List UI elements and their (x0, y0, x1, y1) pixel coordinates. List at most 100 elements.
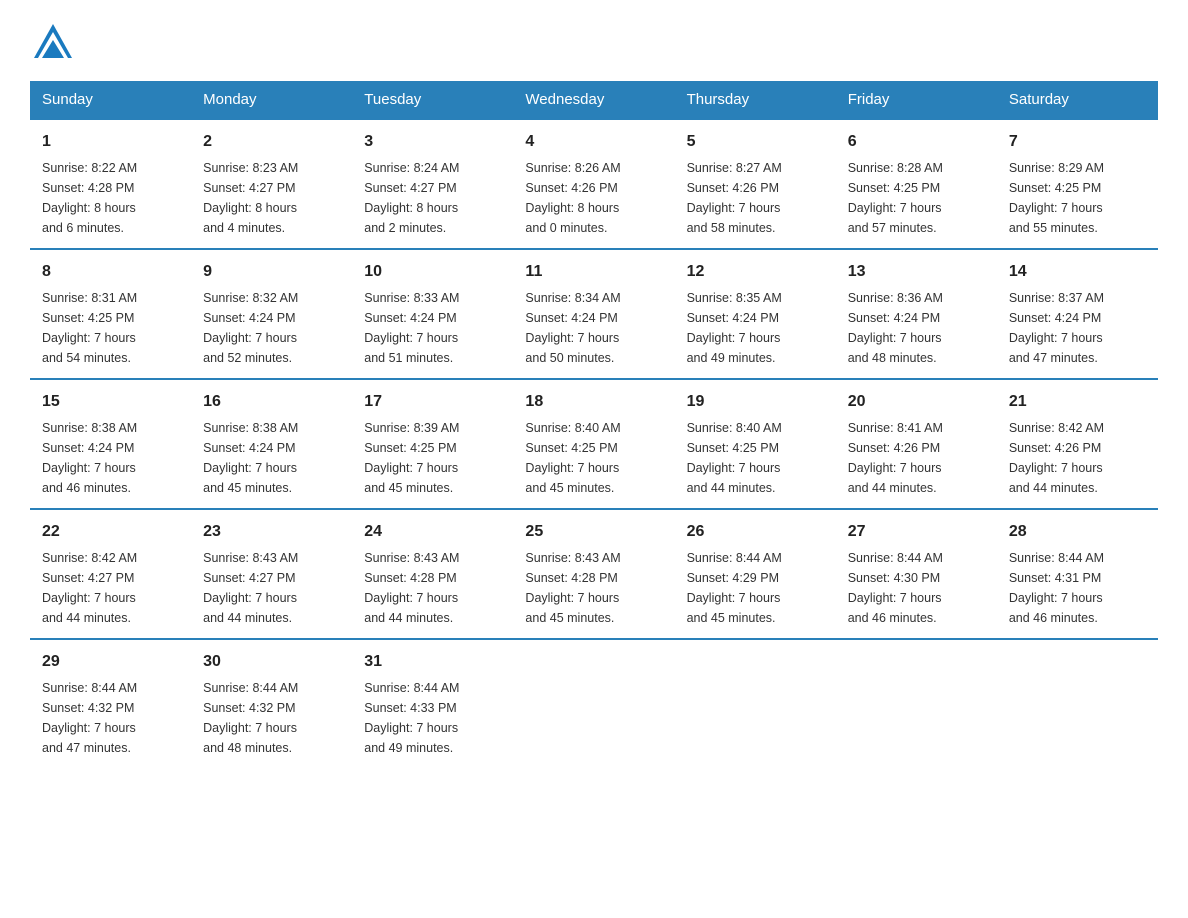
day-number: 1 (42, 130, 179, 154)
day-number: 5 (687, 130, 824, 154)
day-number: 11 (525, 260, 662, 284)
day-cell: 25 Sunrise: 8:43 AMSunset: 4:28 PMDaylig… (513, 509, 674, 639)
col-wednesday: Wednesday (513, 81, 674, 119)
day-number: 27 (848, 520, 985, 544)
day-cell: 26 Sunrise: 8:44 AMSunset: 4:29 PMDaylig… (675, 509, 836, 639)
day-info: Sunrise: 8:37 AMSunset: 4:24 PMDaylight:… (1009, 288, 1146, 368)
day-cell: 27 Sunrise: 8:44 AMSunset: 4:30 PMDaylig… (836, 509, 997, 639)
calendar-table: Sunday Monday Tuesday Wednesday Thursday… (30, 81, 1158, 768)
day-number: 22 (42, 520, 179, 544)
week-row-4: 22 Sunrise: 8:42 AMSunset: 4:27 PMDaylig… (30, 509, 1158, 639)
day-number: 26 (687, 520, 824, 544)
logo-icon (30, 20, 76, 71)
day-info: Sunrise: 8:44 AMSunset: 4:29 PMDaylight:… (687, 548, 824, 628)
day-info: Sunrise: 8:43 AMSunset: 4:28 PMDaylight:… (525, 548, 662, 628)
day-cell: 2 Sunrise: 8:23 AMSunset: 4:27 PMDayligh… (191, 119, 352, 249)
day-number: 29 (42, 650, 179, 674)
day-number: 6 (848, 130, 985, 154)
day-number: 23 (203, 520, 340, 544)
day-info: Sunrise: 8:43 AMSunset: 4:27 PMDaylight:… (203, 548, 340, 628)
day-info: Sunrise: 8:44 AMSunset: 4:31 PMDaylight:… (1009, 548, 1146, 628)
day-number: 17 (364, 390, 501, 414)
day-info: Sunrise: 8:23 AMSunset: 4:27 PMDaylight:… (203, 158, 340, 238)
day-cell: 1 Sunrise: 8:22 AMSunset: 4:28 PMDayligh… (30, 119, 191, 249)
day-cell: 7 Sunrise: 8:29 AMSunset: 4:25 PMDayligh… (997, 119, 1158, 249)
day-info: Sunrise: 8:42 AMSunset: 4:27 PMDaylight:… (42, 548, 179, 628)
day-cell: 30 Sunrise: 8:44 AMSunset: 4:32 PMDaylig… (191, 639, 352, 768)
day-info: Sunrise: 8:22 AMSunset: 4:28 PMDaylight:… (42, 158, 179, 238)
day-number: 20 (848, 390, 985, 414)
day-info: Sunrise: 8:40 AMSunset: 4:25 PMDaylight:… (687, 418, 824, 498)
day-info: Sunrise: 8:33 AMSunset: 4:24 PMDaylight:… (364, 288, 501, 368)
day-cell: 3 Sunrise: 8:24 AMSunset: 4:27 PMDayligh… (352, 119, 513, 249)
day-cell: 12 Sunrise: 8:35 AMSunset: 4:24 PMDaylig… (675, 249, 836, 379)
day-number: 18 (525, 390, 662, 414)
day-cell: 13 Sunrise: 8:36 AMSunset: 4:24 PMDaylig… (836, 249, 997, 379)
day-number: 21 (1009, 390, 1146, 414)
header-row: Sunday Monday Tuesday Wednesday Thursday… (30, 81, 1158, 119)
day-cell (836, 639, 997, 768)
day-number: 3 (364, 130, 501, 154)
day-cell: 20 Sunrise: 8:41 AMSunset: 4:26 PMDaylig… (836, 379, 997, 509)
day-cell: 4 Sunrise: 8:26 AMSunset: 4:26 PMDayligh… (513, 119, 674, 249)
day-cell (513, 639, 674, 768)
day-info: Sunrise: 8:27 AMSunset: 4:26 PMDaylight:… (687, 158, 824, 238)
col-monday: Monday (191, 81, 352, 119)
week-row-5: 29 Sunrise: 8:44 AMSunset: 4:32 PMDaylig… (30, 639, 1158, 768)
day-cell: 16 Sunrise: 8:38 AMSunset: 4:24 PMDaylig… (191, 379, 352, 509)
logo (30, 20, 82, 71)
day-info: Sunrise: 8:26 AMSunset: 4:26 PMDaylight:… (525, 158, 662, 238)
day-number: 31 (364, 650, 501, 674)
col-sunday: Sunday (30, 81, 191, 119)
day-number: 25 (525, 520, 662, 544)
day-cell: 6 Sunrise: 8:28 AMSunset: 4:25 PMDayligh… (836, 119, 997, 249)
day-cell: 24 Sunrise: 8:43 AMSunset: 4:28 PMDaylig… (352, 509, 513, 639)
day-cell: 9 Sunrise: 8:32 AMSunset: 4:24 PMDayligh… (191, 249, 352, 379)
day-cell: 31 Sunrise: 8:44 AMSunset: 4:33 PMDaylig… (352, 639, 513, 768)
day-info: Sunrise: 8:38 AMSunset: 4:24 PMDaylight:… (42, 418, 179, 498)
day-number: 19 (687, 390, 824, 414)
day-cell: 23 Sunrise: 8:43 AMSunset: 4:27 PMDaylig… (191, 509, 352, 639)
week-row-3: 15 Sunrise: 8:38 AMSunset: 4:24 PMDaylig… (30, 379, 1158, 509)
day-number: 16 (203, 390, 340, 414)
day-info: Sunrise: 8:24 AMSunset: 4:27 PMDaylight:… (364, 158, 501, 238)
day-info: Sunrise: 8:32 AMSunset: 4:24 PMDaylight:… (203, 288, 340, 368)
day-info: Sunrise: 8:36 AMSunset: 4:24 PMDaylight:… (848, 288, 985, 368)
day-number: 4 (525, 130, 662, 154)
day-cell: 22 Sunrise: 8:42 AMSunset: 4:27 PMDaylig… (30, 509, 191, 639)
day-info: Sunrise: 8:44 AMSunset: 4:32 PMDaylight:… (203, 678, 340, 758)
day-cell: 10 Sunrise: 8:33 AMSunset: 4:24 PMDaylig… (352, 249, 513, 379)
day-number: 13 (848, 260, 985, 284)
day-info: Sunrise: 8:35 AMSunset: 4:24 PMDaylight:… (687, 288, 824, 368)
day-number: 14 (1009, 260, 1146, 284)
day-info: Sunrise: 8:44 AMSunset: 4:30 PMDaylight:… (848, 548, 985, 628)
day-info: Sunrise: 8:31 AMSunset: 4:25 PMDaylight:… (42, 288, 179, 368)
day-cell: 29 Sunrise: 8:44 AMSunset: 4:32 PMDaylig… (30, 639, 191, 768)
col-saturday: Saturday (997, 81, 1158, 119)
day-cell: 15 Sunrise: 8:38 AMSunset: 4:24 PMDaylig… (30, 379, 191, 509)
day-number: 30 (203, 650, 340, 674)
day-number: 2 (203, 130, 340, 154)
day-cell: 21 Sunrise: 8:42 AMSunset: 4:26 PMDaylig… (997, 379, 1158, 509)
day-cell (675, 639, 836, 768)
day-info: Sunrise: 8:41 AMSunset: 4:26 PMDaylight:… (848, 418, 985, 498)
day-number: 9 (203, 260, 340, 284)
day-number: 12 (687, 260, 824, 284)
day-number: 8 (42, 260, 179, 284)
day-info: Sunrise: 8:34 AMSunset: 4:24 PMDaylight:… (525, 288, 662, 368)
day-info: Sunrise: 8:28 AMSunset: 4:25 PMDaylight:… (848, 158, 985, 238)
day-info: Sunrise: 8:38 AMSunset: 4:24 PMDaylight:… (203, 418, 340, 498)
day-cell: 17 Sunrise: 8:39 AMSunset: 4:25 PMDaylig… (352, 379, 513, 509)
day-info: Sunrise: 8:44 AMSunset: 4:33 PMDaylight:… (364, 678, 501, 758)
day-cell: 8 Sunrise: 8:31 AMSunset: 4:25 PMDayligh… (30, 249, 191, 379)
day-info: Sunrise: 8:42 AMSunset: 4:26 PMDaylight:… (1009, 418, 1146, 498)
page-header (30, 20, 1158, 71)
day-number: 7 (1009, 130, 1146, 154)
day-info: Sunrise: 8:43 AMSunset: 4:28 PMDaylight:… (364, 548, 501, 628)
day-number: 15 (42, 390, 179, 414)
col-thursday: Thursday (675, 81, 836, 119)
day-cell: 11 Sunrise: 8:34 AMSunset: 4:24 PMDaylig… (513, 249, 674, 379)
day-info: Sunrise: 8:40 AMSunset: 4:25 PMDaylight:… (525, 418, 662, 498)
day-cell: 18 Sunrise: 8:40 AMSunset: 4:25 PMDaylig… (513, 379, 674, 509)
day-info: Sunrise: 8:39 AMSunset: 4:25 PMDaylight:… (364, 418, 501, 498)
